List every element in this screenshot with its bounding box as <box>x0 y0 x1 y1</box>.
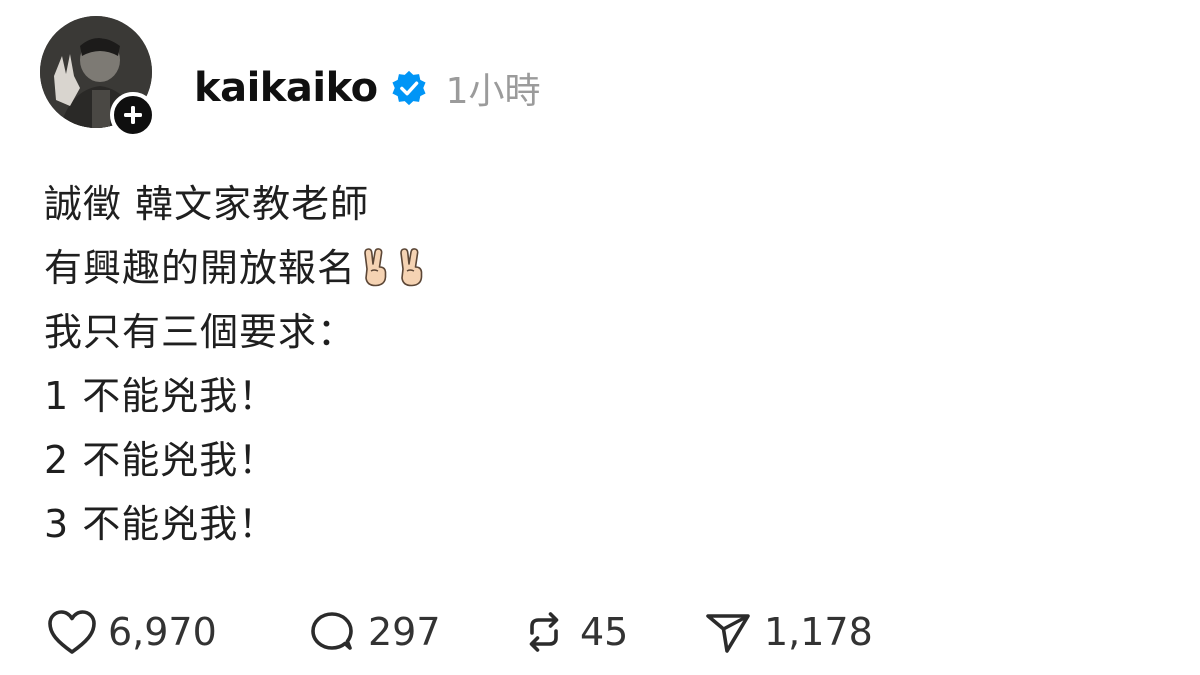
reply-button[interactable]: 297 <box>304 604 516 660</box>
heart-icon <box>44 604 100 660</box>
post-text-line: 有興趣的開放報名 <box>44 236 1144 300</box>
plus-icon <box>124 106 142 124</box>
post-text: 我只有三個要求： <box>44 310 357 354</box>
verified-badge-icon <box>390 69 428 107</box>
post-meta: kaikaiko 1小時 <box>194 56 541 120</box>
share-button[interactable]: 1,178 <box>700 604 950 660</box>
post-text: 有興趣的開放報名 <box>44 246 357 290</box>
victory-hand-emoji-icon <box>358 242 392 287</box>
post-text-line: 我只有三個要求： <box>44 300 1144 364</box>
post-text-line: 2 不能兇我！ <box>44 428 1144 492</box>
post-text-line: 誠徵 韓文家教老師 <box>44 172 1144 236</box>
post-text-line: 1 不能兇我！ <box>44 364 1144 428</box>
like-button[interactable]: 6,970 <box>44 604 304 660</box>
like-count: 6,970 <box>108 610 217 654</box>
reply-count: 297 <box>368 610 441 654</box>
post-timestamp[interactable]: 1小時 <box>446 62 541 114</box>
post-header: kaikaiko 1小時 <box>40 16 541 138</box>
post-text-line: 3 不能兇我！ <box>44 492 1144 556</box>
post-text: 誠徵 韓文家教老師 <box>44 182 370 226</box>
repost-button[interactable]: 45 <box>516 604 700 660</box>
repost-icon <box>516 604 572 660</box>
thread-post: kaikaiko 1小時 誠徵 韓文家教老師 有興趣的開放報名 我只有三個要求：… <box>0 0 1200 675</box>
victory-hand-emoji-icon <box>394 242 428 287</box>
username-link[interactable]: kaikaiko <box>194 65 378 111</box>
share-count: 1,178 <box>764 610 873 654</box>
follow-button[interactable] <box>110 92 156 138</box>
post-text: 2 不能兇我！ <box>44 438 278 482</box>
avatar-container[interactable] <box>40 16 156 138</box>
comment-icon <box>304 604 360 660</box>
post-text: 3 不能兇我！ <box>44 502 278 546</box>
post-body: 誠徵 韓文家教老師 有興趣的開放報名 我只有三個要求： 1 不能兇我！ 2 不能… <box>44 172 1144 556</box>
post-actions: 6,970 297 45 1,178 <box>44 600 950 664</box>
repost-count: 45 <box>580 610 629 654</box>
post-text: 1 不能兇我！ <box>44 374 278 418</box>
send-icon <box>700 604 756 660</box>
